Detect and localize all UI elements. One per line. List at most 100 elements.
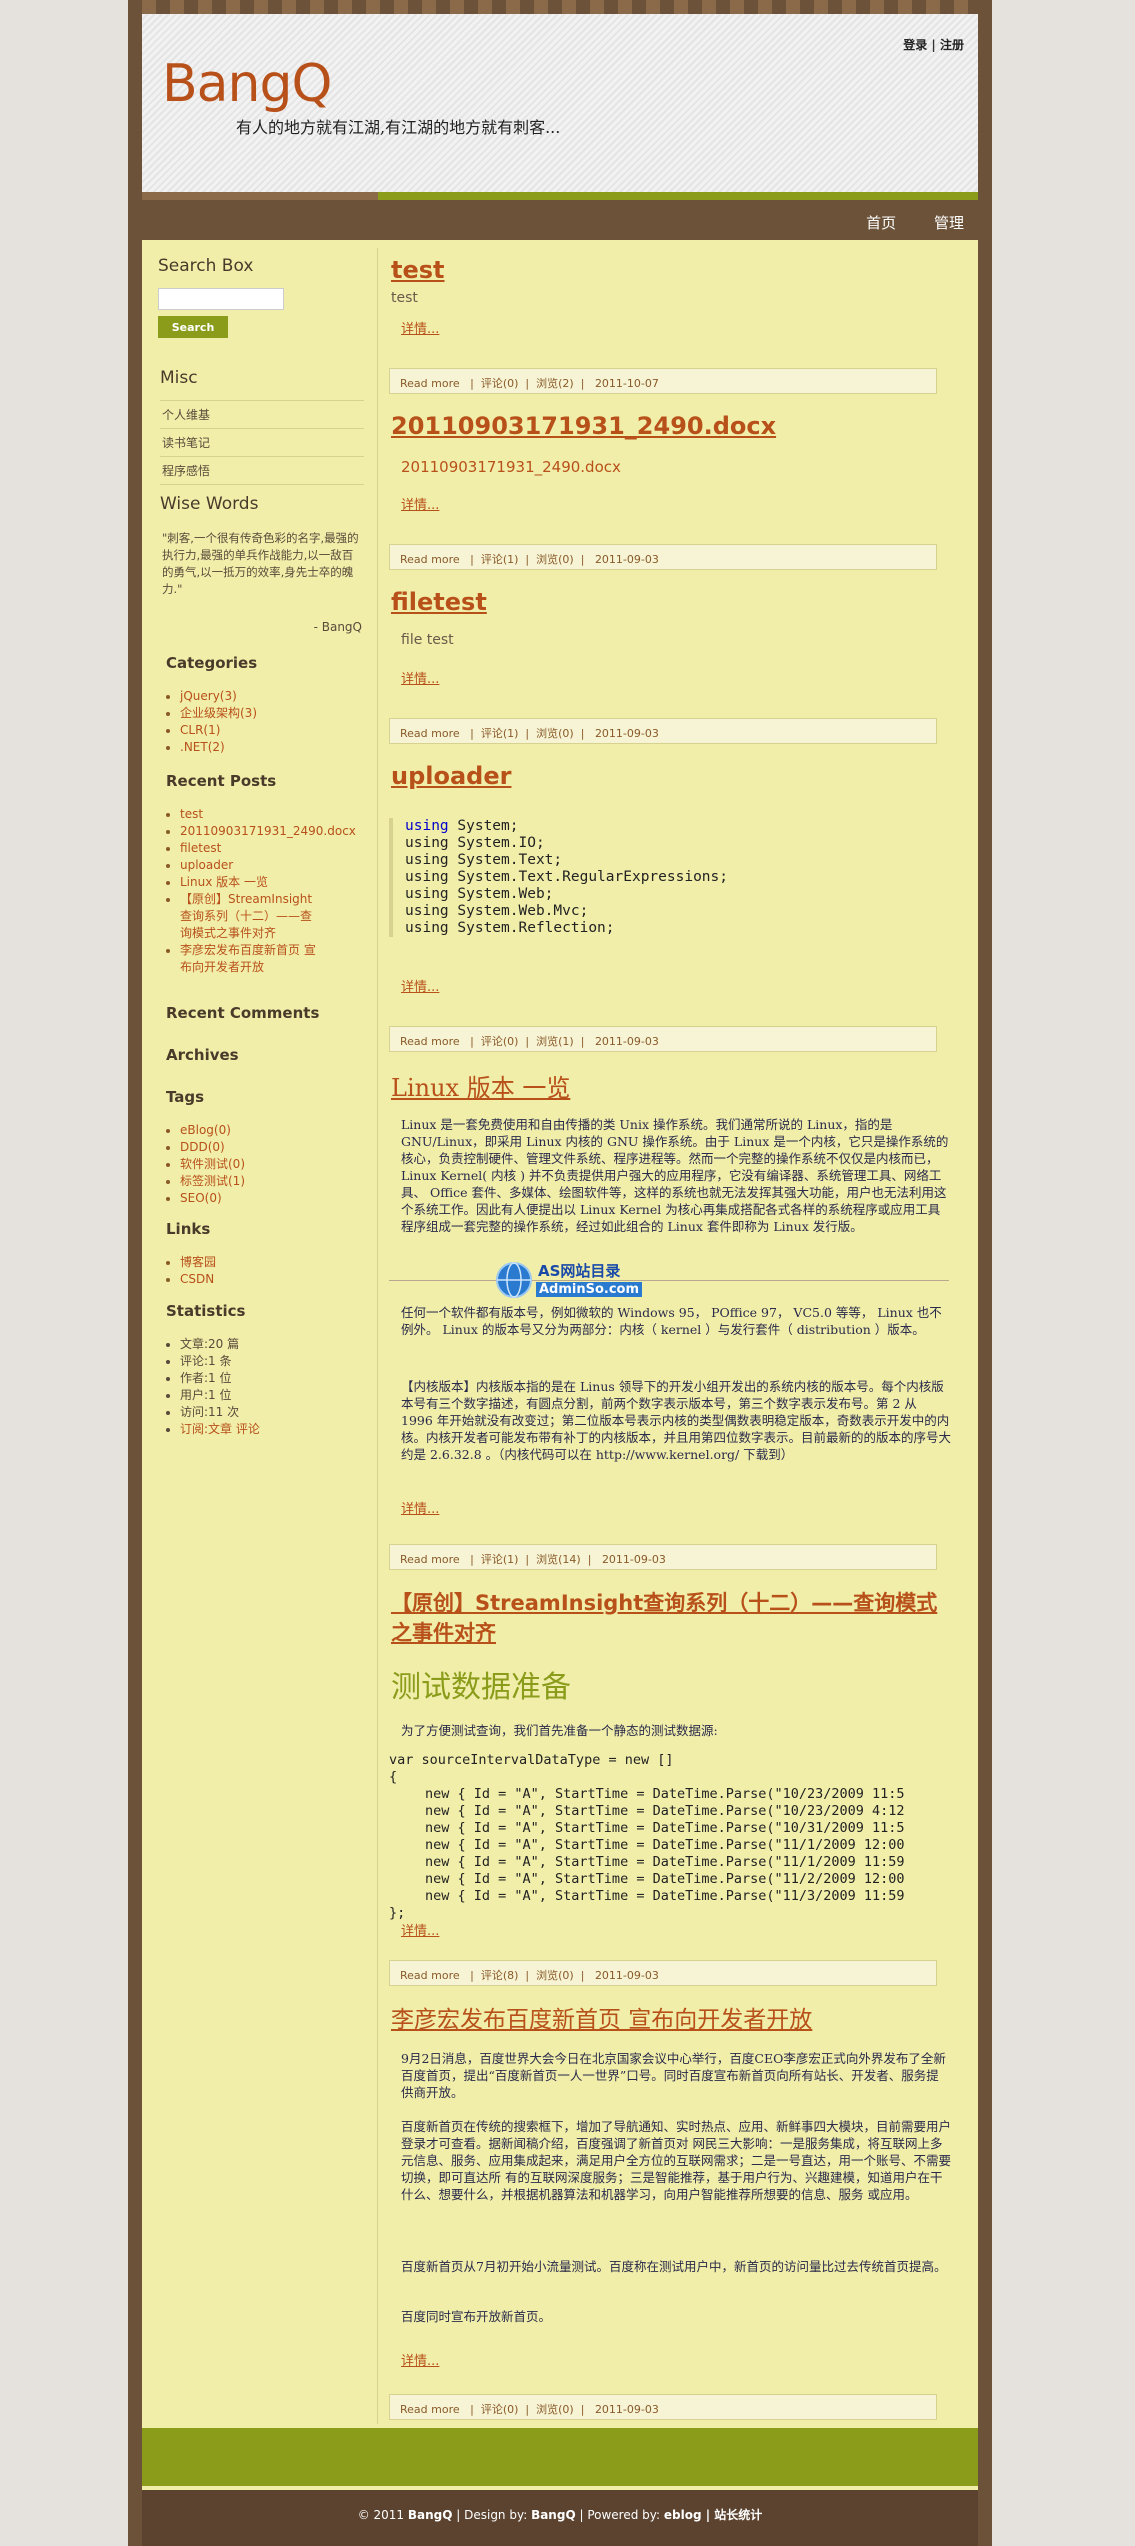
post-date: 2011-09-03 [594, 1035, 659, 1048]
comments-link[interactable]: 评论(1) [481, 1553, 519, 1566]
footer-copyright: © 2011 [357, 2508, 408, 2522]
search-input[interactable] [158, 288, 284, 310]
post-title[interactable]: uploader [391, 762, 511, 790]
comments-link[interactable]: 评论(1) [481, 553, 519, 566]
nav-accent-left [142, 192, 378, 200]
tags-list: eBlog(0) DDD(0) 软件测试(0) 标签测试(1) SEO(0) [142, 1122, 372, 1207]
post-date: 2011-09-03 [594, 553, 659, 566]
tag-link[interactable]: 标签测试(1) [180, 1174, 245, 1188]
post-title[interactable]: Linux 版本 一览 [391, 1068, 570, 1103]
archives-title: Archives [166, 1046, 239, 1064]
code-line: new { Id = "A", StartTime = DateTime.Par… [425, 1820, 905, 1836]
list-item: .NET(2) [180, 739, 372, 756]
category-link[interactable]: jQuery(3) [180, 689, 237, 703]
views-link[interactable]: 浏览(1) [536, 1035, 574, 1048]
list-item: uploader [180, 857, 372, 874]
friend-link[interactable]: 博客园 [180, 1255, 216, 1269]
post-title[interactable]: test [391, 256, 445, 284]
tag-link[interactable]: DDD(0) [180, 1140, 225, 1154]
code-line: { [389, 1769, 398, 1785]
site-tagline: 有人的地方就有江湖,有江湖的地方就有刺客... [236, 118, 561, 137]
comments-link[interactable]: 评论(8) [481, 1969, 519, 1982]
footer: © 2011 BangQ | Design by: BangQ | Powere… [142, 2490, 978, 2546]
login-link[interactable]: 登录 [903, 38, 927, 52]
post-excerpt: 20110903171931_2490.docx [401, 458, 621, 476]
read-more-link[interactable]: Read more [400, 377, 460, 390]
subscribe-link[interactable]: 订阅:文章 评论 [180, 1422, 260, 1436]
footer-design-label: | Design by: [452, 2508, 532, 2522]
code-line: new { Id = "A", StartTime = DateTime.Par… [425, 1803, 905, 1819]
search-button[interactable]: Search [158, 316, 228, 338]
comments-link[interactable]: 评论(1) [481, 727, 519, 740]
category-link[interactable]: 企业级架构(3) [180, 706, 257, 720]
post-detail-link[interactable]: 详情... [401, 494, 439, 513]
post-detail-link[interactable]: 详情... [401, 668, 439, 687]
register-link[interactable]: 注册 [940, 38, 964, 52]
post-title[interactable]: 李彦宏发布百度新首页 宣布向开发者开放 [391, 2000, 812, 2034]
views-link[interactable]: 浏览(0) [536, 727, 574, 740]
post-title[interactable]: 20110903171931_2490.docx [391, 412, 776, 440]
recent-post-link[interactable]: filetest [180, 841, 221, 855]
tag-link[interactable]: 软件测试(0) [180, 1157, 245, 1171]
code-block: var sourceIntervalDataType = new [] { ne… [389, 1752, 944, 1922]
recent-post-link[interactable]: uploader [180, 858, 233, 872]
post-date: 2011-09-03 [594, 1969, 659, 1982]
post-meta: Read more | 评论(1) | 浏览(0) | 2011-09-03 [389, 718, 937, 744]
views-link[interactable]: 浏览(0) [536, 1969, 574, 1982]
code-line: new { Id = "A", StartTime = DateTime.Par… [425, 1871, 905, 1887]
post-detail-link[interactable]: 详情... [401, 1498, 439, 1517]
footer-stats-link[interactable]: | 站长统计 [702, 2508, 763, 2522]
recent-post-link[interactable]: 20110903171931_2490.docx [180, 824, 356, 838]
comments-link[interactable]: 评论(0) [481, 2403, 519, 2416]
read-more-link[interactable]: Read more [400, 1035, 460, 1048]
post-title[interactable]: filetest [391, 588, 487, 616]
watermark: AS网站目录 AdminSo.com [494, 1258, 643, 1302]
friend-link[interactable]: CSDN [180, 1272, 214, 1286]
site-logo[interactable]: BangQ [162, 54, 332, 114]
misc-title: Misc [160, 368, 198, 388]
read-more-link[interactable]: Read more [400, 1553, 460, 1566]
footer-site[interactable]: BangQ [408, 2508, 453, 2522]
recent-post-link[interactable]: Linux 版本 一览 [180, 875, 268, 889]
category-link[interactable]: .NET(2) [180, 740, 225, 754]
views-link[interactable]: 浏览(0) [536, 553, 574, 566]
footer-engine-link[interactable]: eblog [664, 2508, 702, 2522]
code-line: using System.IO; [405, 835, 545, 851]
nav-links: 首页 管理 [832, 212, 964, 233]
views-link[interactable]: 浏览(2) [536, 377, 574, 390]
category-link[interactable]: CLR(1) [180, 723, 220, 737]
read-more-link[interactable]: Read more [400, 1969, 460, 1982]
comments-link[interactable]: 评论(0) [481, 377, 519, 390]
read-more-link[interactable]: Read more [400, 553, 460, 566]
tag-link[interactable]: eBlog(0) [180, 1123, 231, 1137]
footer-designer[interactable]: BangQ [531, 2508, 576, 2522]
post-paragraph: 百度新首页在传统的搜索框下，增加了导航通知、实时热点、应用、新鲜事四大模块，目前… [401, 2119, 952, 2202]
post-paragraph: 百度新首页从7月初开始小流量测试。百度称在测试用户中，新首页的访问量比过去传统首… [401, 2259, 947, 2274]
recent-post-link[interactable]: 【原创】StreamInsight查询系列（十二）——查询模式之事件对齐 [180, 892, 312, 940]
wise-words-text: "刺客,一个很有传奇色彩的名字,最强的执行力,最强的单兵作战能力,以一敌百的勇气… [162, 531, 359, 596]
list-item: DDD(0) [180, 1139, 372, 1156]
post-detail-link[interactable]: 详情... [401, 2350, 439, 2369]
statistics-list: 文章:20 篇 评论:1 条 作者:1 位 用户:1 位 访问:11 次 订阅:… [142, 1336, 372, 1438]
tag-link[interactable]: SEO(0) [180, 1191, 222, 1205]
misc-item[interactable]: 读书笔记 [160, 429, 364, 457]
views-link[interactable]: 浏览(0) [536, 2403, 574, 2416]
recent-post-link[interactable]: test [180, 807, 203, 821]
misc-item[interactable]: 个人维基 [160, 401, 364, 429]
nav-manage[interactable]: 管理 [934, 214, 964, 232]
nav-home[interactable]: 首页 [866, 214, 896, 232]
read-more-link[interactable]: Read more [400, 2403, 460, 2416]
code-block: using System; using System.IO; using Sys… [389, 818, 949, 937]
comments-link[interactable]: 评论(0) [481, 1035, 519, 1048]
recent-post-link[interactable]: 李彦宏发布百度新首页 宣布向开发者开放 [180, 943, 316, 974]
post-detail-link[interactable]: 详情... [401, 976, 439, 995]
post-detail-link[interactable]: 详情... [401, 1920, 439, 1939]
code-line: using System.Text; [405, 852, 563, 868]
misc-item[interactable]: 程序感悟 [160, 457, 364, 485]
post-detail-link[interactable]: 详情... [401, 318, 439, 337]
post-paragraph: 【内核版本】内核版本指的是在 Linus 领导下的开发小组开发出的系统内核的版本… [401, 1379, 952, 1462]
views-link[interactable]: 浏览(14) [536, 1553, 581, 1566]
main-content: test test 详情... Read more | 评论(0) | 浏览(2… [379, 248, 978, 2424]
read-more-link[interactable]: Read more [400, 727, 460, 740]
post-title[interactable]: 【原创】StreamInsight查询系列（十二）——查询模式之事件对齐 [391, 1588, 951, 1648]
